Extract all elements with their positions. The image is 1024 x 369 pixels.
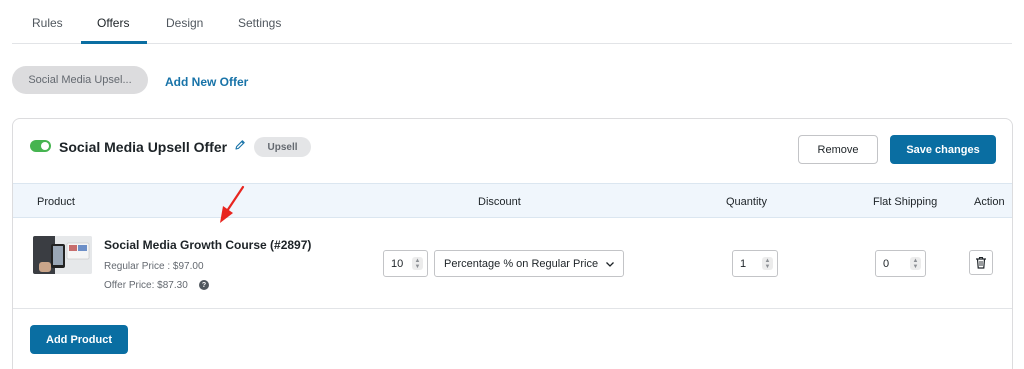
tab-settings[interactable]: Settings <box>238 16 281 30</box>
trash-icon <box>976 256 986 269</box>
offer-pill-social-media[interactable]: Social Media Upsel... <box>12 66 148 94</box>
offer-enabled-toggle[interactable] <box>30 140 51 152</box>
edit-pencil-icon[interactable] <box>233 138 247 152</box>
active-tab-indicator <box>81 41 147 44</box>
regular-price: Regular Price : $97.00 <box>104 261 204 272</box>
discount-type-value: Percentage % on Regular Price <box>444 257 599 270</box>
discount-type-select[interactable]: Percentage % on Regular Price <box>434 250 624 277</box>
discount-value-input[interactable]: 10 ▲ ▼ <box>383 250 428 277</box>
offer-price: Offer Price: $87.30 <box>104 280 188 291</box>
spinner-icon[interactable]: ▲ ▼ <box>910 257 921 270</box>
table-header: Product Discount Quantity Flat Shipping … <box>13 183 1012 218</box>
table-row: Social Media Growth Course (#2897) Regul… <box>13 219 1012 309</box>
delete-product-button[interactable] <box>969 250 993 275</box>
offer-type-badge: Upsell <box>254 137 311 157</box>
offer-title: Social Media Upsell Offer <box>59 139 228 155</box>
help-icon[interactable]: ? <box>199 280 209 290</box>
spinner-icon[interactable]: ▲ ▼ <box>762 257 773 270</box>
offer-card: Social Media Upsell Offer Upsell Remove … <box>12 118 1013 369</box>
column-header-flat-shipping: Flat Shipping <box>873 196 938 208</box>
remove-button[interactable]: Remove <box>798 135 878 164</box>
flat-shipping-value: 0 <box>883 257 890 270</box>
flat-shipping-input[interactable]: 0 ▲ ▼ <box>875 250 926 277</box>
tab-design[interactable]: Design <box>166 16 203 30</box>
add-product-button[interactable]: Add Product <box>30 325 128 354</box>
tab-rules[interactable]: Rules <box>32 16 63 30</box>
column-header-quantity: Quantity <box>726 196 767 208</box>
quantity-input[interactable]: 1 ▲ ▼ <box>732 250 778 277</box>
quantity-value: 1 <box>740 257 747 270</box>
column-header-discount: Discount <box>478 196 521 208</box>
add-new-offer-link[interactable]: Add New Offer <box>165 75 248 89</box>
product-thumbnail <box>33 236 92 274</box>
discount-value: 10 <box>391 257 404 270</box>
save-changes-button[interactable]: Save changes <box>890 135 996 164</box>
chevron-down-icon <box>606 262 614 267</box>
tab-offers[interactable]: Offers <box>97 16 129 30</box>
product-name: Social Media Growth Course (#2897) <box>104 238 312 252</box>
tab-bar: Rules Offers Design Settings <box>12 0 1012 44</box>
spinner-icon[interactable]: ▲ ▼ <box>412 257 423 270</box>
column-header-product: Product <box>37 196 75 208</box>
column-header-action: Action <box>974 196 1005 208</box>
